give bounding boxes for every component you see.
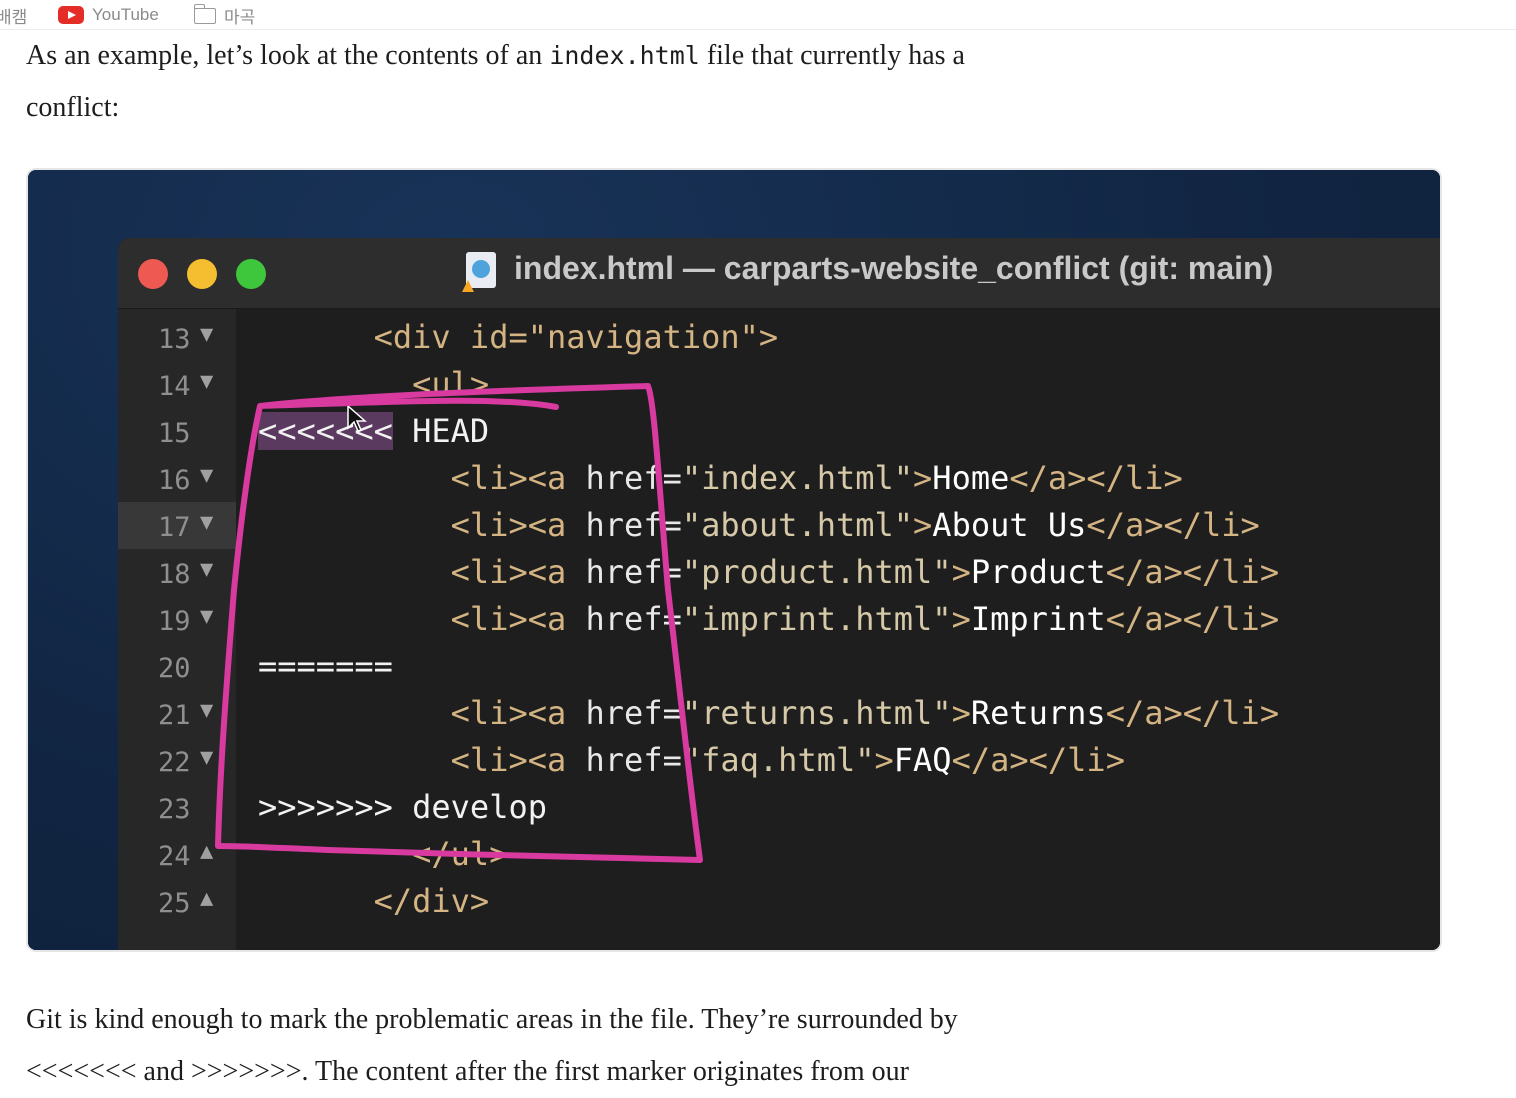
fold-up-icon[interactable]: ▲ [200, 886, 213, 911]
line-number: 15 [158, 418, 191, 449]
code-line: </div> [258, 882, 490, 920]
code-line: <div id="navigation"> [258, 318, 779, 356]
line-number-row: 13 ▼ [118, 314, 236, 361]
outro-paragraph: Git is kind enough to mark the problemat… [26, 994, 958, 1098]
line-number-row: 16 ▼ [118, 455, 236, 502]
editor-window: index.html — carparts-website_conflict (… [118, 238, 1440, 950]
line-number: 14 [158, 371, 191, 402]
code-line: <ul> [258, 365, 490, 403]
code-line: <li><a href="faq.html">FAQ</a></li> [258, 741, 1125, 779]
code-line: <<<<<<< HEAD [258, 408, 489, 455]
line-number-gutter: 13 ▼ 14 ▼ 15 16 ▼ 17 ▼ 18 ▼ 19 ▼ 20 21 ▼ 22 ▼ 23 24 ▲ 25 ▲ [118, 309, 236, 950]
line-number-row: 14 ▼ [118, 361, 236, 408]
line-number: 23 [158, 794, 191, 825]
conflict-separator: ======= [258, 647, 393, 685]
fold-down-icon[interactable]: ▼ [200, 557, 213, 582]
bookmarks-bar: 배캠 YouTube 마곡 [0, 0, 1516, 30]
line-number: 25 [158, 888, 191, 919]
line-number-row: 18 ▼ [118, 549, 236, 596]
line-number-row: 20 [118, 643, 236, 690]
code-line: <li><a href="returns.html">Returns</a></… [258, 694, 1280, 732]
intro-paragraph: As an example, let’s look at the content… [26, 30, 965, 134]
line-number: 24 [158, 841, 191, 872]
bookmark-label: YouTube [92, 5, 159, 24]
minimize-icon[interactable] [187, 259, 217, 289]
window-title: index.html — carparts-website_conflict (… [514, 250, 1274, 286]
line-number: 20 [158, 653, 191, 684]
line-number-row: 22 ▼ [118, 737, 236, 784]
folder-icon [193, 4, 216, 24]
close-icon[interactable] [138, 259, 168, 289]
code-line: <li><a href="index.html">Home</a></li> [258, 459, 1183, 497]
code-line: <li><a href="product.html">Product</a></… [258, 553, 1280, 591]
line-number: 22 [158, 747, 191, 778]
outro-text: <<<<<<< and >>>>>>>. The content after t… [26, 1056, 909, 1087]
intro-text: conflict: [26, 92, 120, 123]
bookmark-folder[interactable]: 마곡 [193, 4, 256, 27]
bookmark-label: 배캠 [0, 7, 28, 27]
fold-down-icon[interactable]: ▼ [200, 322, 213, 347]
html-file-icon [462, 252, 496, 292]
zoom-icon[interactable] [236, 259, 266, 289]
line-number: 21 [158, 700, 191, 731]
fold-down-icon[interactable]: ▼ [200, 463, 213, 488]
conflict-marker-develop: >>>>>>> develop [258, 788, 547, 826]
outro-text: Git is kind enough to mark the problemat… [26, 1004, 958, 1035]
line-number: 18 [158, 559, 191, 590]
intro-text: file that currently has a [699, 40, 965, 71]
bookmark-item[interactable]: 배캠 [0, 4, 28, 27]
fold-down-icon[interactable]: ▼ [200, 510, 213, 535]
code-screenshot: index.html — carparts-website_conflict (… [28, 170, 1440, 950]
line-number-row: 15 [118, 408, 236, 455]
fold-down-icon[interactable]: ▼ [200, 745, 213, 770]
line-number-row: 19 ▼ [118, 596, 236, 643]
line-number: 17 [158, 512, 191, 543]
line-number-row: 21 ▼ [118, 690, 236, 737]
line-number-row: 17 ▼ [118, 502, 236, 549]
inline-code: index.html [549, 41, 700, 70]
code-line: <li><a href="about.html">About Us</a></l… [258, 506, 1260, 544]
youtube-icon [58, 6, 84, 24]
mouse-pointer-icon [347, 404, 367, 432]
bookmark-label: 마곡 [224, 7, 256, 27]
line-number-row: 23 [118, 784, 236, 831]
line-number: 13 [158, 324, 191, 355]
line-number-row: 24 ▲ [118, 831, 236, 878]
bookmark-youtube[interactable]: YouTube [58, 4, 159, 26]
fold-down-icon[interactable]: ▼ [200, 698, 213, 723]
code-line: </ul> [258, 835, 509, 873]
fold-down-icon[interactable]: ▼ [200, 604, 213, 629]
editor-titlebar: index.html — carparts-website_conflict (… [118, 238, 1440, 309]
code-line: <li><a href="imprint.html">Imprint</a></… [258, 600, 1280, 638]
fold-up-icon[interactable]: ▲ [200, 839, 213, 864]
line-number: 16 [158, 465, 191, 496]
intro-text: As an example, let’s look at the content… [26, 40, 550, 71]
conflict-marker-head: <<<<<<< [258, 412, 393, 450]
fold-down-icon[interactable]: ▼ [200, 369, 213, 394]
branch-label: HEAD [392, 412, 490, 450]
line-number-row: 25 ▲ [118, 878, 236, 925]
line-number: 19 [158, 606, 191, 637]
